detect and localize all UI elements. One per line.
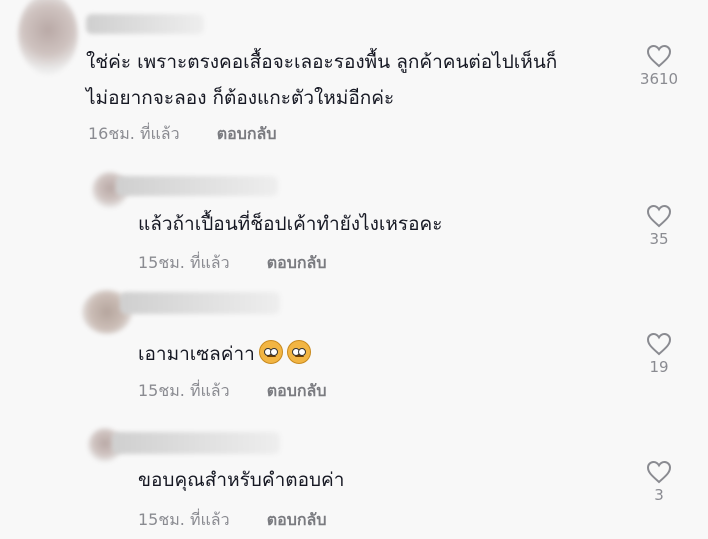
heart-outline-icon	[639, 204, 679, 228]
comment-item: เอามาเซลค่าา 15ชม. ที่แล้ว ตอบกลับ 19	[0, 284, 708, 404]
comment-item: ใช่ค่ะ เพราะตรงคอเสื้อจะเลอะรองพื้น ลูกค…	[0, 0, 708, 150]
heart-outline-icon	[639, 332, 679, 356]
comment-meta: 15ชม. ที่แล้ว ตอบกลับ	[138, 251, 327, 276]
like-count: 19	[649, 358, 669, 376]
username-blurred[interactable]	[116, 176, 278, 196]
username-blurred[interactable]	[120, 292, 280, 314]
comment-meta: 16ชม. ที่แล้ว ตอบกลับ	[88, 122, 277, 147]
comment-time: 15ชม. ที่แล้ว	[138, 253, 230, 272]
like-button[interactable]: 35	[639, 204, 679, 248]
comment-text: ขอบคุณสำหรับคำตอบค่า	[138, 469, 345, 491]
comment-item: ขอบคุณสำหรับคำตอบค่า 15ชม. ที่แล้ว ตอบกล…	[0, 424, 708, 539]
rolling-eyes-emoji	[286, 340, 311, 364]
like-count: 35	[649, 230, 669, 248]
comment-item: แล้วถ้าเปื้อนที่ช็อปเค้าทำยังไงเหรอคะ 15…	[0, 170, 708, 280]
comment-time: 16ชม. ที่แล้ว	[88, 124, 180, 143]
like-count: 3610	[639, 70, 679, 88]
like-button[interactable]: 3	[639, 460, 679, 504]
avatar[interactable]	[18, 0, 78, 74]
reply-button[interactable]: ตอบกลับ	[217, 124, 277, 143]
comment-meta: 15ชม. ที่แล้ว ตอบกลับ	[138, 379, 327, 404]
like-button[interactable]: 19	[639, 332, 679, 376]
comment-time: 15ชม. ที่แล้ว	[138, 510, 230, 529]
reply-button[interactable]: ตอบกลับ	[267, 381, 327, 400]
comment-meta: 15ชม. ที่แล้ว ตอบกลับ	[138, 508, 327, 533]
comment-text: แล้วถ้าเปื้อนที่ช็อปเค้าทำยังไงเหรอคะ	[138, 213, 443, 235]
like-button[interactable]: 3610	[639, 44, 679, 88]
reply-button[interactable]: ตอบกลับ	[267, 253, 327, 272]
like-count: 3	[654, 486, 664, 504]
reply-button[interactable]: ตอบกลับ	[267, 510, 327, 529]
username-blurred[interactable]	[86, 14, 204, 34]
rolling-eyes-emoji	[258, 340, 283, 364]
comment-time: 15ชม. ที่แล้ว	[138, 381, 230, 400]
username-blurred[interactable]	[112, 432, 280, 454]
comment-text: ใช่ค่ะ เพราะตรงคอเสื้อจะเลอะรองพื้น ลูกค…	[86, 51, 558, 109]
comment-text: เอามาเซลค่าา	[138, 336, 311, 372]
heart-outline-icon	[639, 44, 679, 68]
heart-outline-icon	[639, 460, 679, 484]
